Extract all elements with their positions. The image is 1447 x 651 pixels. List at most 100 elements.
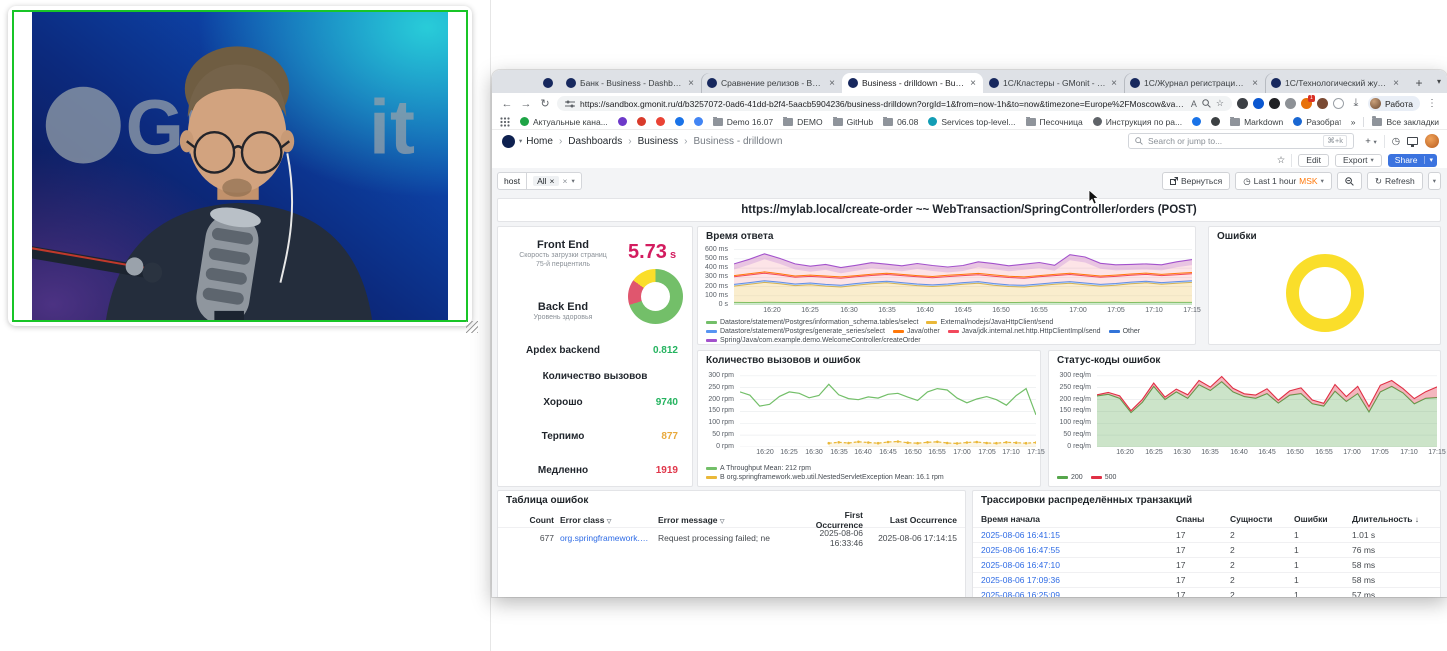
variable-value-dropdown[interactable]: All × × ▾ [527,172,582,190]
browser-tab[interactable]: Сравнение релизов - Busine× [701,73,842,93]
extension-icon-with-badge[interactable]: 1 [1301,98,1312,109]
bookmarks-overflow-chevron[interactable]: » [1351,117,1356,127]
trace-start-time-link[interactable]: 2025-08-06 16:25:09 [981,590,1170,597]
chart-canvas[interactable] [734,245,1192,305]
column-header[interactable]: Длительность ↓ [1352,514,1432,524]
column-header[interactable]: Спаны [1176,514,1224,524]
bookmark-item[interactable]: GitHub [833,117,873,127]
grafana-logo[interactable] [502,135,515,148]
extension-icon[interactable] [1253,98,1264,109]
refresh-button[interactable]: ↻ Refresh [1367,172,1423,190]
trace-table-row[interactable]: 2025-08-06 16:47:10172158 ms [973,557,1440,572]
new-tab-button[interactable]: + [1410,74,1428,92]
time-range-picker[interactable]: ◷Last 1 hour MSK▾ [1235,172,1332,190]
column-header[interactable]: Last Occurrence [869,515,957,525]
extension-icon[interactable] [1317,98,1328,109]
calls-errors-chart[interactable]: 0 rpm50 rpm100 rpm150 rpm200 rpm250 rpm3… [702,371,1038,447]
breadcrumb-business[interactable]: Business [638,136,679,147]
column-header[interactable]: Error message ▽ [658,515,798,525]
error-class-link[interactable]: org.springframework.w... [560,533,652,543]
panel-title[interactable]: Количество вызовов и ошибок [698,351,1040,366]
column-header[interactable]: First Occurrence [804,510,863,530]
export-button[interactable]: Export ▾ [1335,154,1382,167]
bookmark-item[interactable] [675,117,684,126]
tune-icon[interactable] [565,100,575,108]
legend-item[interactable]: Datastore/statement/Postgres/information… [706,319,918,326]
back-icon[interactable]: ← [500,98,514,110]
bookmark-item[interactable]: 06.08 [883,117,918,127]
column-header[interactable]: Error class ▽ [560,515,652,525]
all-bookmarks[interactable]: Все закладки [1372,117,1439,127]
share-dropdown-icon[interactable]: ▾ [1424,156,1437,164]
browser-tab[interactable]: 1С/Журнал регистрации - G× [1124,73,1265,93]
kiosk-mode-icon[interactable] [1407,137,1418,145]
help-icon[interactable]: ◷ [1392,136,1400,147]
search-input[interactable]: Search or jump to... ⌘+k [1128,133,1354,149]
legend-item[interactable]: 500 [1091,474,1117,481]
bookmark-item[interactable]: Инструкция по ра... [1093,117,1182,127]
trace-start-time-link[interactable]: 2025-08-06 16:47:10 [981,560,1170,570]
panel-title[interactable]: Статус-коды ошибок [1049,351,1440,366]
bookmark-item[interactable] [618,117,627,126]
trace-table-row[interactable]: 2025-08-06 17:09:36172158 ms [973,572,1440,587]
chip-remove-icon[interactable]: × [550,176,555,186]
extension-icon[interactable] [1237,98,1248,109]
bookmark-item[interactable]: Разобрать [1293,117,1340,127]
bookmark-item[interactable]: Markdown [1230,117,1283,127]
extension-icon[interactable] [1285,98,1296,109]
legend-item[interactable]: Java/jdk.internal.net.http.HttpClientImp… [948,328,1101,335]
trace-table-row[interactable]: 2025-08-06 16:25:09172157 ms [973,587,1440,597]
pinned-tab[interactable] [536,73,560,93]
edit-button[interactable]: Edit [1298,154,1329,167]
extension-icon[interactable] [1269,98,1280,109]
bookmark-item[interactable]: Песочница [1026,117,1083,127]
bookmark-star-icon[interactable]: ☆ [1216,98,1224,109]
tab-list-chevron[interactable]: ▾ [1437,77,1441,86]
browser-menu-icon[interactable]: ⋮ [1425,98,1439,109]
share-button[interactable]: Share▾ [1388,154,1437,167]
panel-title[interactable]: Ошибки [1209,227,1440,242]
legend-item[interactable]: Java/other [893,328,940,335]
error-table-row[interactable]: 677org.springframework.w...Request proce… [498,527,965,543]
legend-item[interactable]: 200 [1057,474,1083,481]
bookmark-item[interactable]: Demo 16.07 [713,117,773,127]
extensions-puzzle-icon[interactable] [1333,98,1344,109]
trace-start-time-link[interactable]: 2025-08-06 16:41:15 [981,530,1170,540]
column-header[interactable]: Сущности [1230,514,1288,524]
apps-grid-icon[interactable] [500,117,510,127]
column-header[interactable]: Время начала [981,514,1170,524]
panel-title[interactable]: Таблица ошибок [498,491,965,506]
bookmark-item[interactable] [656,117,665,126]
tab-close-icon[interactable]: × [969,78,977,89]
legend-item[interactable]: Datastore/statement/Postgres/generate_se… [706,328,885,335]
bookmark-item[interactable] [1211,117,1220,126]
browser-tab[interactable]: Банк - Business - Dashboard× [560,73,701,93]
refresh-interval-dropdown[interactable]: ▾ [1428,172,1441,190]
forward-icon[interactable]: → [519,98,533,110]
panel-title[interactable]: Время ответа [698,227,1195,242]
breadcrumb-dashboards[interactable]: Dashboards [568,136,622,147]
bookmark-item[interactable]: DEMO [783,117,823,127]
trace-table-row[interactable]: 2025-08-06 16:41:1517211.01 s [973,527,1440,542]
breadcrumb-home[interactable]: Home [526,136,553,147]
profile-chip[interactable]: Работа [1368,96,1420,111]
legend-item[interactable]: External/nodejs/JavaHttpClient/send [926,319,1053,326]
tab-close-icon[interactable]: × [1392,78,1400,89]
errors-donut-chart[interactable] [1286,254,1364,332]
filter-icon[interactable]: ▽ [607,519,612,525]
user-avatar[interactable] [1425,134,1439,148]
favorite-star-icon[interactable]: ☆ [1277,155,1286,166]
column-header[interactable]: Ошибки [1294,514,1346,524]
tab-close-icon[interactable]: × [687,78,695,89]
bookmark-item[interactable] [1192,117,1201,126]
search-url-icon[interactable] [1202,99,1211,108]
browser-tab[interactable]: Business - drilldown - Busine× [842,73,983,93]
column-header[interactable]: Count [506,515,554,525]
chart-canvas[interactable] [1097,371,1437,447]
clear-icon[interactable]: × [563,176,568,186]
legend-item[interactable]: B org.springframework.web.util.NestedSer… [706,474,944,481]
dropdown-chevron-icon[interactable]: ▾ [571,177,574,185]
browser-tab[interactable]: 1С/Кластеры - GMonit - Das× [983,73,1124,93]
response-time-chart[interactable]: 0 s100 ms200 ms300 ms400 ms500 ms600 ms … [704,245,1194,305]
download-icon[interactable]: ⤓ [1349,97,1363,110]
